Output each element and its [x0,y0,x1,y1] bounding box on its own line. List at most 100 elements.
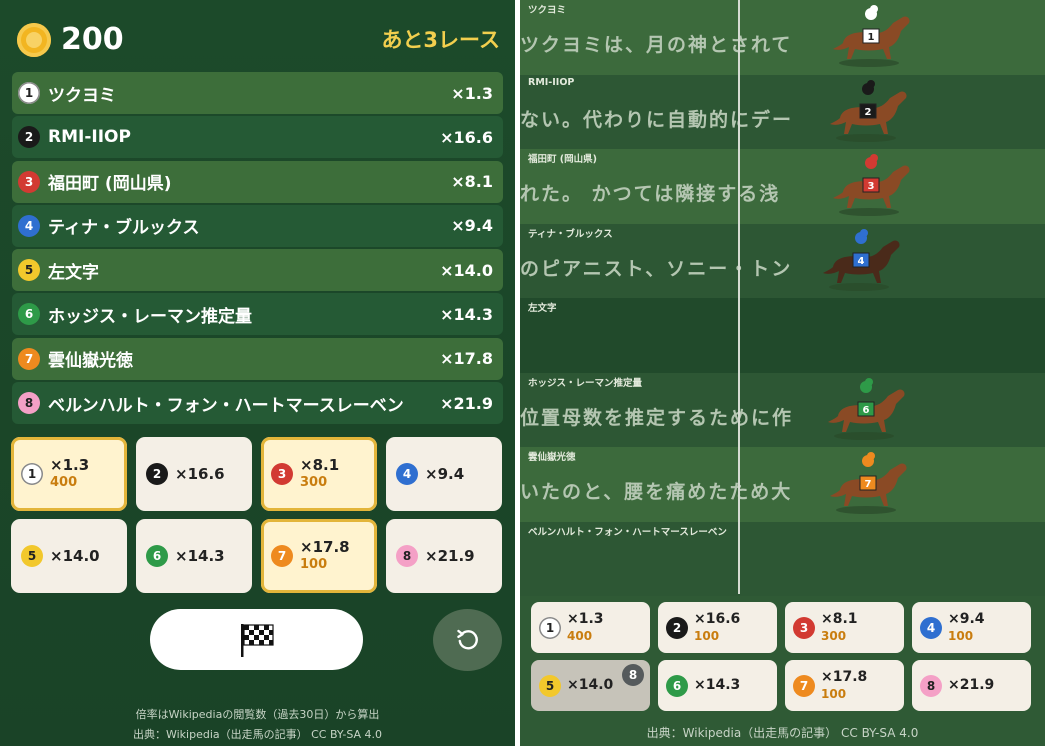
lane-article-text: いたのと、腰を痛めたため大 [520,481,793,503]
bet-summary-card: 4 ×9.4 100 [912,602,1031,653]
bet-odds: ×8.1 [300,456,340,474]
bet-odds: ×14.0 [567,677,614,693]
horse-saddle-number: 3 [868,181,875,192]
horse-name: 雲仙嶽光徳 [48,351,133,372]
horse-number-badge: 1 [18,82,40,104]
horse-odds: ×21.9 [440,393,493,413]
race-lane: 左文字 [520,298,1045,373]
lane-article-text: ツクヨミは、月の神とされて [520,34,793,56]
horse-number-badge: 1 [21,463,43,485]
source-credit: 出典：Wikipedia（出走馬の記事） CC BY-SA 4.0 [132,728,383,741]
lane-horse-name: RMI-IIOP [528,76,575,88]
horse-icon: 3 [833,154,910,216]
bet-odds: ×17.8 [300,538,350,556]
bet-info: ×1.3 400 [50,456,89,492]
coin-icon [17,22,51,57]
reset-button[interactable] [433,609,502,671]
bet-card[interactable]: 7 ×17.8 100 [261,519,377,593]
lane-horse-name: ツクヨミ [528,5,567,16]
bet-summary-card: 6 ×14.3 [658,660,777,711]
lane-horse-name: ティナ・ブルックス [528,228,613,240]
horse-number-badge: 3 [271,463,293,485]
bet-amount: 100 [821,686,847,701]
bet-odds: ×9.4 [948,610,985,627]
horse-number-badge: 6 [18,303,40,326]
horse-row: 3 福田町 (岡山県) ×8.1 [12,160,503,203]
bet-odds: ×14.3 [175,547,225,565]
bet-card[interactable]: 2 ×16.6 [136,437,252,511]
horse-number-badge: 2 [146,463,168,485]
race-lane: RMI-IIOP ない。代わりに自動的にデー 2 [520,74,1045,149]
bet-card[interactable]: 3 ×8.1 300 [261,437,377,511]
bet-odds: ×21.9 [425,547,475,565]
bet-odds: ×14.0 [50,547,100,565]
coin-balance: 200 [17,22,124,57]
bet-info: ×9.4 [425,465,464,483]
horse-odds: ×14.0 [440,260,493,280]
horse-number-badge: 8 [396,545,418,567]
bet-info: ×8.1 300 [300,456,339,492]
race-screen: ツクヨミツクヨミは、月の神とされて 1 RMI-IIOP ない。代わりに自動的にデー 2… [520,0,1045,746]
horse-odds: ×17.8 [440,349,493,369]
bet-summary-card: 1 ×1.3 400 [531,602,650,653]
horse-number-badge: 4 [18,214,40,237]
horse-number-badge: 8 [18,392,40,415]
bet-info: ×21.9 [948,677,994,694]
bet-info: ×16.6 [175,465,225,483]
horse-name: ベルンハルト・フォン・ハートマースレーベン [48,395,404,416]
bet-amount: 300 [821,628,847,643]
horse-number-badge: 2 [18,126,40,149]
bet-amount: 400 [567,628,593,643]
horse-icon: 1 [833,5,910,67]
lane-article-text: のピアニスト、ソニー・トン [520,257,793,280]
horse-odds: ×1.3 [451,83,493,103]
horse-number-badge: 7 [793,674,815,697]
betting-screen: 200 あと3レース 1 ツクヨミ ×1.3 2 RMI-IIOP ×16.6 3 福田町 (… [0,0,515,746]
start-race-button[interactable] [150,609,363,670]
reset-icon [456,629,478,650]
bet-info: ×17.8 100 [821,669,867,703]
lane-horse-name: 左文字 [528,303,557,314]
race-lane: ベルンハルト・フォン・ハートマースレーベン [520,521,1045,596]
lane-article-text: ない。代わりに自動的にデー [520,108,794,131]
bet-info: ×14.0 [50,547,100,565]
horse-name: ティナ・ブルックス [48,218,200,239]
bet-info: ×9.4 100 [948,611,985,645]
lane-article-text: 位置母数を推定するために作 [520,406,794,429]
horse-number-badge: 5 [539,674,561,697]
horse-number-badge: 7 [18,347,40,370]
bet-amount: 100 [948,628,974,643]
horse-row: 7 雲仙嶽光徳 ×17.8 [12,337,503,380]
bet-amount: 100 [300,557,328,572]
bet-card[interactable]: 8 ×21.9 [386,519,502,593]
bet-info: ×16.6 100 [694,611,740,645]
bet-odds: ×9.4 [425,465,465,483]
bet-card[interactable]: 1 ×1.3 400 [11,437,127,511]
bet-info: ×14.3 [694,677,740,694]
checkered-flag-icon [240,623,274,657]
horse-name: 福田町 (岡山県) [48,174,172,195]
bet-card[interactable]: 4 ×9.4 [386,437,502,511]
horse-row: 4 ティナ・ブルックス ×9.4 [12,204,503,247]
bet-odds: ×16.6 [175,465,225,483]
lane-horse-name: ベルンハルト・フォン・ハートマースレーベン [528,526,727,538]
race-lane: ホッジス・レーマン推定量 位置母数を推定するために作 6 [520,372,1045,447]
bet-info: ×21.9 [425,547,475,565]
bet-card[interactable]: 6 ×14.3 [136,519,252,593]
horse-saddle-number: 2 [865,107,872,118]
horse-list: 1 ツクヨミ ×1.3 2 RMI-IIOP ×16.6 3 福田町 (岡山県) ×8.1 4 ティ… [12,72,503,426]
horse-icon: 4 [823,228,900,291]
horse-number-badge: 4 [920,616,942,639]
horse-number-badge: 6 [666,674,688,697]
bet-odds: ×8.1 [821,610,858,627]
horse-number-badge: 5 [21,545,43,567]
bet-info: ×14.0 [567,677,613,694]
source-credit-race: 出典：Wikipedia（出走馬の記事） CC BY-SA 4.0 [646,726,919,740]
finish-line [738,0,740,594]
horse-number-badge: 8 [920,674,942,697]
lane-article-text: れた。 かつては隣接する浅 [520,183,781,205]
bet-info: ×8.1 300 [821,611,858,645]
horse-name: 左文字 [48,262,99,283]
bet-card[interactable]: 5 ×14.0 [11,519,127,593]
horse-odds: ×8.1 [451,172,493,192]
